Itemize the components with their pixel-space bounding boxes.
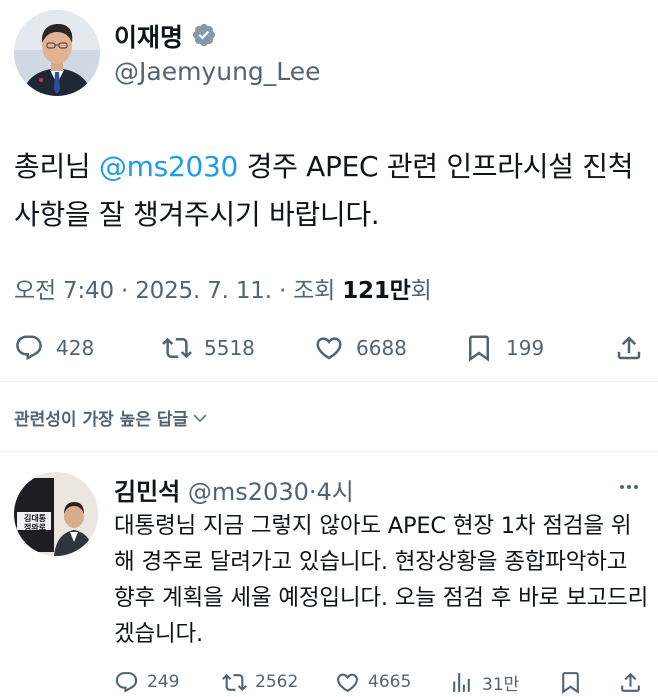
sort-replies-dropdown[interactable]: 관련성이 가장 높은 답글 [14, 405, 209, 430]
divider [0, 451, 658, 452]
retweet-icon [162, 337, 192, 359]
views-count: 121만 [342, 278, 411, 304]
more-icon[interactable] [614, 477, 644, 497]
bookmark-icon [562, 671, 579, 694]
reply-actions: 249 2562 4665 31만 [0, 668, 658, 696]
reply-text: 대통령님 지금 그렇지 않아도 APEC 현장 1차 점검을 위해 경주로 달려… [114, 513, 649, 647]
divider [0, 381, 658, 382]
like-button[interactable]: 6688 [314, 330, 407, 366]
like-icon [316, 337, 342, 360]
reply-like-count: 4665 [368, 672, 412, 692]
tweet-text: 총리님 @ms2030 경주 APEC 관련 인프라시설 진척사항을 잘 챙겨주… [14, 143, 644, 239]
reply-count: 428 [56, 336, 95, 360]
reply-author-name[interactable]: 김민석 [114, 478, 180, 506]
views-icon [453, 672, 470, 692]
author-photo [14, 10, 100, 96]
author-name[interactable]: 이재명 [114, 18, 183, 54]
tweet-text-start: 총리님 [14, 150, 99, 183]
author-avatar[interactable] [14, 10, 100, 96]
reply-reply-count: 249 [147, 672, 180, 692]
reply-retweet-count: 2562 [255, 672, 299, 692]
reply-bookmark-button[interactable] [558, 668, 591, 696]
retweet-icon [222, 673, 247, 691]
avatar-sign-text: 김대통 정와로 [23, 514, 47, 532]
views-label: 조회 [293, 278, 336, 304]
reply-header: 김민석 @ms2030·4시 [114, 472, 354, 507]
reply-like-button[interactable]: 4665 [335, 668, 411, 696]
reply-icon [16, 335, 42, 361]
like-count: 6688 [356, 336, 407, 360]
sort-replies-label: 관련성이 가장 높은 답글 [14, 410, 189, 430]
author-handle[interactable]: @Jaemyung_Lee [114, 57, 321, 86]
reply-separator: · [308, 478, 317, 506]
reply-author-avatar[interactable]: 김대통 정와로 [14, 472, 98, 556]
mention-link[interactable]: @ms2030 [99, 150, 238, 183]
verified-badge-icon [192, 23, 216, 47]
tweet-actions: 428 5518 6688 199 [0, 330, 658, 366]
like-icon [337, 673, 358, 692]
retweet-button[interactable]: 5518 [162, 330, 255, 366]
reply-icon [115, 671, 138, 693]
reply-time[interactable]: 4시 [317, 478, 354, 506]
share-button[interactable] [614, 330, 656, 366]
chevron-down-icon [193, 414, 207, 422]
reply-retweet-button[interactable]: 2562 [222, 668, 298, 696]
bookmark-button[interactable]: 199 [464, 330, 544, 366]
share-icon [621, 672, 640, 692]
bookmark-count: 199 [506, 336, 545, 360]
retweet-count: 5518 [204, 336, 255, 360]
views-suffix: 회 [410, 278, 432, 304]
reply-views-count: 31만 [482, 674, 520, 695]
tweet-date[interactable]: 2025. 7. 11. [135, 278, 272, 304]
share-icon [617, 336, 641, 360]
tweet-time[interactable]: 오전 7:40 [14, 278, 114, 304]
reply-share-button[interactable] [618, 668, 651, 696]
reply-views-button[interactable]: 31만 [449, 668, 519, 696]
reply-reply-button[interactable]: 249 [114, 668, 179, 696]
tweet-meta: 오전 7:40 · 2025. 7. 11. · 조회 121만회 [14, 278, 432, 304]
reply-button[interactable]: 428 [14, 330, 94, 366]
bookmark-icon [469, 335, 489, 362]
reply-author-handle[interactable]: @ms2030 [188, 478, 309, 506]
